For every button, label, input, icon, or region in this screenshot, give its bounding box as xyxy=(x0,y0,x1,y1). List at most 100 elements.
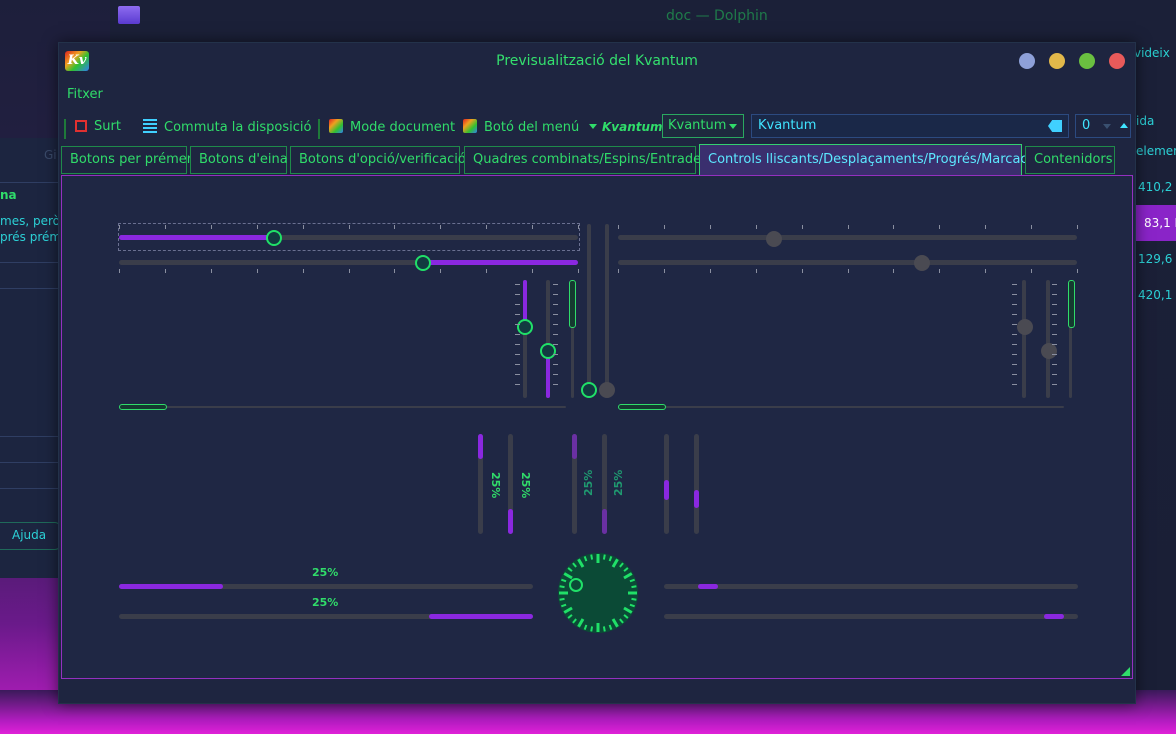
progress-fill xyxy=(698,584,718,589)
progress-label: 25% xyxy=(312,566,339,579)
slider-tick xyxy=(893,269,895,273)
slider-handle-disabled xyxy=(1041,343,1057,359)
dial-tick xyxy=(559,585,565,589)
scrollbar-track[interactable] xyxy=(605,224,609,392)
slider-tick xyxy=(515,324,520,325)
tab-sliders-scroll-progress[interactable]: Controls lliscants/Desplaçaments/Progrés… xyxy=(699,144,1039,176)
slider-tick xyxy=(164,269,166,273)
slider-tick xyxy=(440,269,442,273)
scrollbar-track[interactable] xyxy=(587,224,591,392)
dial-tick xyxy=(631,585,637,589)
slider-tick xyxy=(1012,334,1017,335)
slider-tick xyxy=(1012,344,1017,345)
clear-text-icon[interactable] xyxy=(1048,120,1062,132)
slider-tick xyxy=(515,304,520,305)
slider-tick xyxy=(553,364,558,365)
bg-divider xyxy=(0,462,58,463)
slider-tick xyxy=(847,269,849,273)
slider-tick xyxy=(553,304,558,305)
bg-divider xyxy=(0,288,58,289)
progress-fill xyxy=(1044,614,1064,619)
slider-handle[interactable] xyxy=(517,319,533,335)
progress-bar-vertical-busy xyxy=(694,434,699,534)
tab-radio-check[interactable]: Botons d'opció/verificació xyxy=(290,146,466,174)
progress-label: 25% xyxy=(519,472,532,499)
slider-tick xyxy=(486,269,488,273)
slider-tick xyxy=(348,269,350,273)
slider-track-disabled xyxy=(618,260,1077,265)
tab-tool-buttons[interactable]: Botons d'eina xyxy=(190,146,288,174)
spin-up-icon[interactable] xyxy=(1120,123,1128,128)
slider-tick xyxy=(1012,314,1017,315)
background-side-panel xyxy=(0,138,60,578)
bg-fragment: 420,1 K xyxy=(1138,288,1176,302)
slider-tick xyxy=(119,269,120,273)
slider-tick xyxy=(578,269,579,273)
bg-fragment: Gi xyxy=(44,148,57,162)
slider-handle[interactable] xyxy=(540,343,556,359)
maximize-button[interactable] xyxy=(1079,53,1095,69)
slider-tick xyxy=(985,225,987,229)
slider-tick xyxy=(210,269,212,273)
bg-fragment: ida xyxy=(1136,114,1155,128)
slider-tick xyxy=(939,269,941,273)
scrollbar-track[interactable] xyxy=(618,406,1064,408)
tab-content-panel: 25% 25% 25% 25% 25% 25% xyxy=(61,175,1133,679)
text-line-edit[interactable]: Kvantum xyxy=(751,114,1069,138)
progress-fill xyxy=(119,584,223,589)
slider-tick xyxy=(553,354,558,355)
progress-fill xyxy=(602,509,607,534)
theme-combo-box[interactable]: Kvantum xyxy=(662,114,744,138)
scrollbar-track[interactable] xyxy=(119,406,566,408)
bg-fragment: Ajuda xyxy=(12,528,47,542)
slider-tick xyxy=(302,225,304,229)
minimize-button[interactable] xyxy=(1049,53,1065,69)
shade-button[interactable] xyxy=(1019,53,1035,69)
slider-handle[interactable] xyxy=(415,255,431,271)
scrollbar-handle[interactable] xyxy=(119,404,167,410)
slider-tick xyxy=(1012,364,1017,365)
slider-tick xyxy=(1012,374,1017,375)
slider-tick xyxy=(1012,304,1017,305)
spin-down-icon[interactable] xyxy=(1103,124,1111,129)
slider-tick xyxy=(515,314,520,315)
document-mode-button[interactable]: Mode document xyxy=(329,119,455,137)
scrollbar-handle[interactable] xyxy=(1068,280,1075,328)
slider-tick xyxy=(515,294,520,295)
size-grip[interactable] xyxy=(1121,667,1130,676)
slider-handle[interactable] xyxy=(266,230,282,246)
slider-tick xyxy=(553,314,558,315)
tab-bar: Botons per prémer Botons d'eina Botons d… xyxy=(59,144,1135,176)
progress-fill xyxy=(664,480,669,500)
slider-tick xyxy=(847,225,849,229)
slider-tick xyxy=(985,269,987,273)
progress-label: 25% xyxy=(612,469,625,496)
slider-tick xyxy=(486,225,488,229)
dial[interactable] xyxy=(556,551,640,635)
toggle-layout-button[interactable]: Commuta la disposició xyxy=(143,119,311,137)
kvantum-preview-window: Kv Previsualització del Kvantum Fitxer S… xyxy=(58,42,1136,704)
close-button[interactable] xyxy=(1109,53,1125,69)
toolbar: Surt Commuta la disposició Mode document… xyxy=(59,113,1135,143)
tab-push-buttons[interactable]: Botons per prémer xyxy=(61,146,192,174)
slider-handle[interactable] xyxy=(581,382,597,398)
tab-combos-spins-entries[interactable]: Quadres combinats/Espins/Entrades xyxy=(464,146,708,174)
title-bar[interactable]: Kv Previsualització del Kvantum xyxy=(59,43,1135,79)
progress-fill xyxy=(508,509,513,534)
slider-tick xyxy=(663,225,665,229)
slider-tick xyxy=(256,269,258,273)
toolbar-separator xyxy=(318,119,320,139)
spin-box[interactable]: 0 xyxy=(1075,114,1131,138)
slider-fill xyxy=(119,235,274,240)
bg-fragment: na xyxy=(0,188,17,202)
scrollbar-handle[interactable] xyxy=(618,404,666,410)
menu-button[interactable]: Botó del menú xyxy=(463,119,598,137)
slider-tick xyxy=(553,374,558,375)
slider-tick xyxy=(1052,294,1057,295)
tab-containers[interactable]: Contenidors xyxy=(1025,146,1115,174)
slider-tick xyxy=(1052,334,1057,335)
slider-tick xyxy=(1052,304,1057,305)
menu-file[interactable]: Fitxer xyxy=(67,87,103,102)
scrollbar-handle[interactable] xyxy=(569,280,576,328)
quit-button[interactable]: Surt xyxy=(75,119,121,137)
